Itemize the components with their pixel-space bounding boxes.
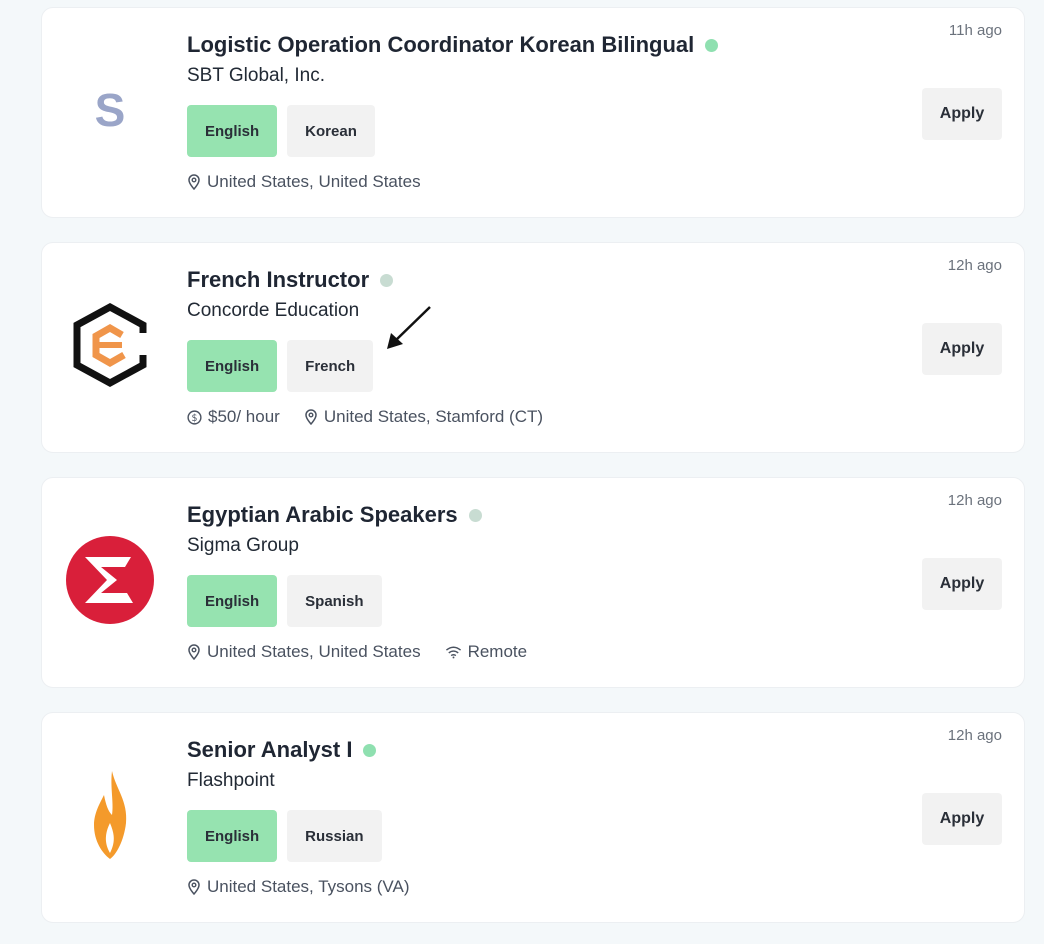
company-name: Concorde Education xyxy=(187,300,360,321)
logo-letter: S xyxy=(94,84,126,136)
location: United States, Stamford (CT) xyxy=(304,407,543,427)
job-card[interactable]: Senior Analyst I Flashpoint English Russ… xyxy=(41,712,1025,923)
status-dot xyxy=(468,508,482,522)
salary: $ $50/ hour xyxy=(187,407,280,427)
svg-text:$: $ xyxy=(192,412,198,423)
language-tag: Spanish xyxy=(287,575,382,627)
language-tag: English xyxy=(187,810,278,862)
job-title[interactable]: French Instructor xyxy=(187,267,369,293)
wifi-icon xyxy=(445,646,461,659)
company-logo xyxy=(62,532,158,628)
location-text: United States, United States xyxy=(207,172,421,191)
posted-time: 12h ago xyxy=(947,492,1002,509)
location-text: United States, United States xyxy=(207,642,421,661)
remote-text: Remote xyxy=(467,642,528,661)
dollar-icon: $ xyxy=(187,409,202,425)
location: United States, United States xyxy=(187,642,421,662)
language-tag: Korean xyxy=(287,105,375,157)
posted-time: 12h ago xyxy=(947,727,1002,744)
annotation-arrow-icon xyxy=(387,306,431,349)
language-tag: Russian xyxy=(287,810,382,862)
job-card[interactable]: French Instructor Concorde Education Eng… xyxy=(41,242,1025,453)
location-pin-icon xyxy=(188,879,200,895)
concorde-logo-icon xyxy=(73,303,150,387)
apply-button[interactable]: Apply xyxy=(922,88,1002,140)
location-pin-icon xyxy=(188,644,200,660)
location-pin-icon xyxy=(305,409,317,425)
sigma-logo-icon xyxy=(66,536,154,624)
location: United States, Tysons (VA) xyxy=(187,877,410,897)
job-title[interactable]: Senior Analyst I xyxy=(187,737,352,763)
language-tag: English xyxy=(187,105,278,157)
language-tag: English xyxy=(187,340,278,392)
job-title[interactable]: Egyptian Arabic Speakers xyxy=(187,502,458,528)
company-name: Flashpoint xyxy=(187,770,275,791)
language-tag: French xyxy=(287,340,374,392)
apply-button[interactable]: Apply xyxy=(922,558,1002,610)
posted-time: 12h ago xyxy=(947,257,1002,274)
company-logo: S xyxy=(62,62,158,158)
status-dot xyxy=(705,38,719,52)
job-card[interactable]: S Logistic Operation Coordinator Korean … xyxy=(41,7,1025,218)
location-pin-icon xyxy=(188,174,200,190)
location: United States, United States xyxy=(187,172,421,192)
remote: Remote xyxy=(445,642,528,662)
location-text: United States, Stamford (CT) xyxy=(323,407,544,426)
language-tag: English xyxy=(187,575,278,627)
posted-time: 11h ago xyxy=(948,22,1002,39)
apply-button[interactable]: Apply xyxy=(922,793,1002,845)
company-name: SBT Global, Inc. xyxy=(187,65,325,86)
flame-logo-icon xyxy=(94,771,127,859)
job-title[interactable]: Logistic Operation Coordinator Korean Bi… xyxy=(187,32,694,58)
status-dot xyxy=(380,273,394,287)
status-dot xyxy=(363,743,377,757)
job-card[interactable]: Egyptian Arabic Speakers Sigma Group Eng… xyxy=(41,477,1025,688)
company-logo xyxy=(62,297,158,393)
apply-button[interactable]: Apply xyxy=(922,323,1002,375)
company-name: Sigma Group xyxy=(187,535,299,556)
salary-text: $50/ hour xyxy=(208,407,280,426)
company-logo xyxy=(62,767,158,863)
location-text: United States, Tysons (VA) xyxy=(207,877,410,896)
